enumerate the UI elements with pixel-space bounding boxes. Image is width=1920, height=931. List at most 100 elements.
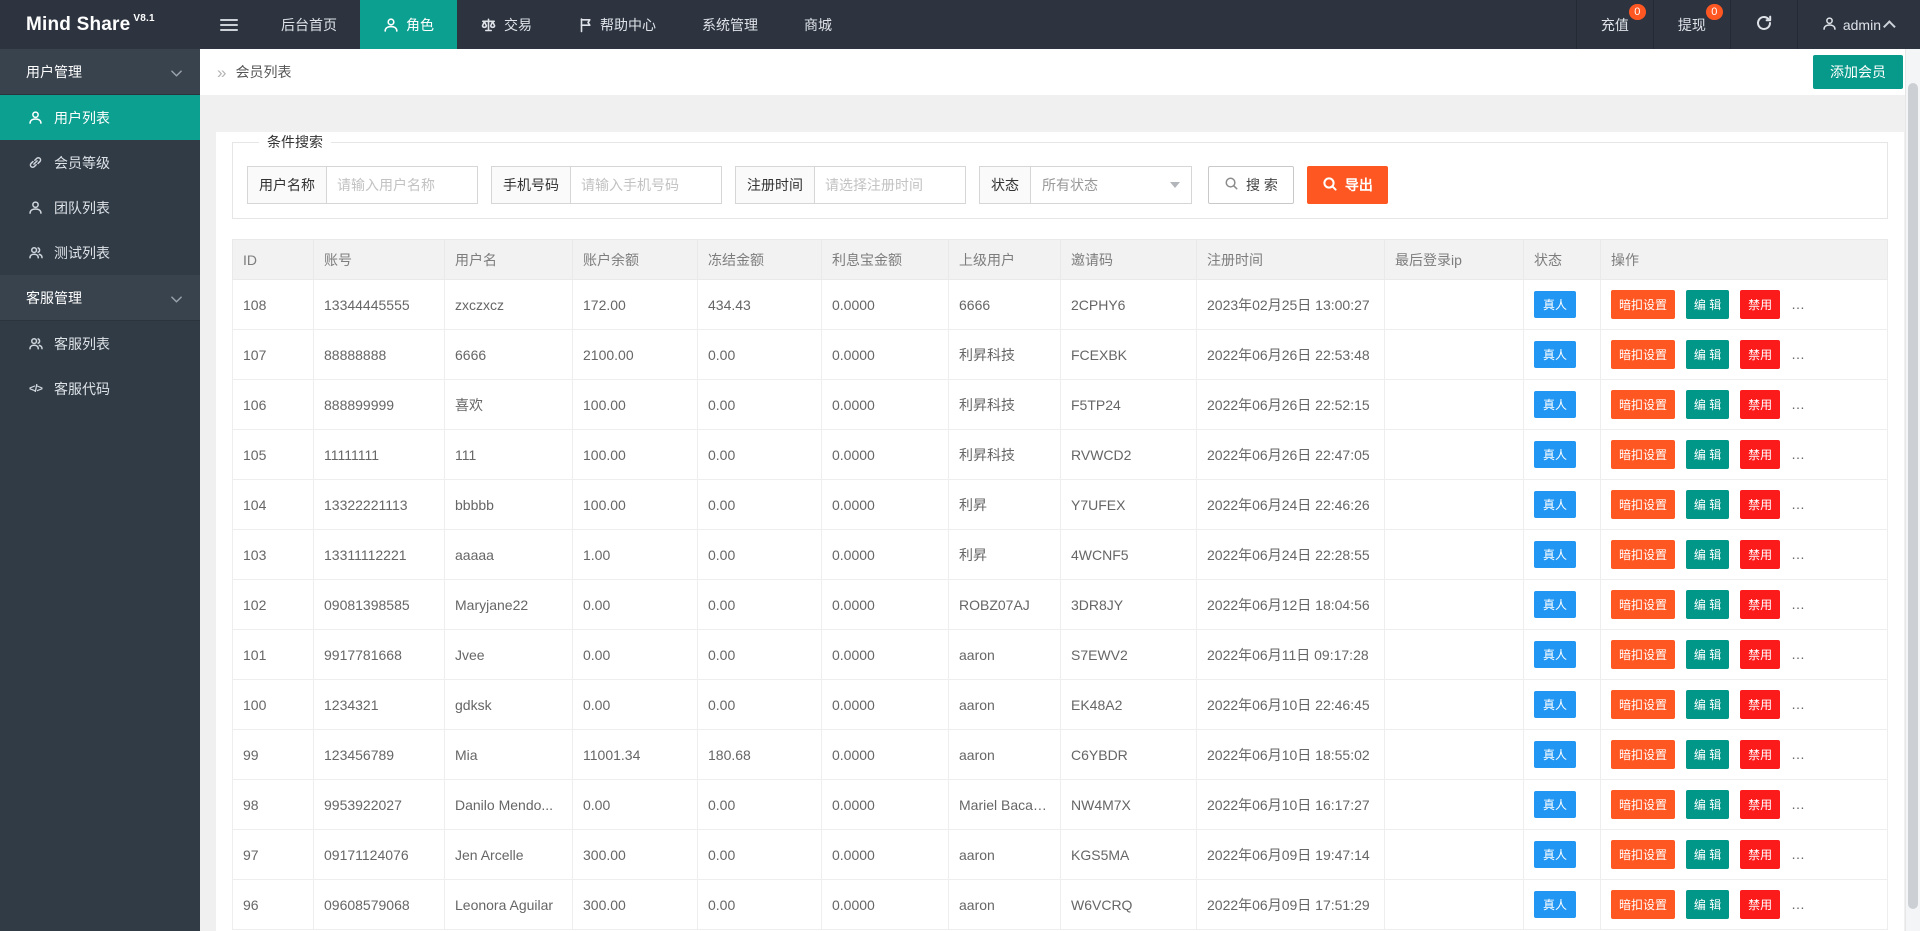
- disable-button[interactable]: 禁用: [1740, 840, 1780, 869]
- bank-card-info-button[interactable]: 银行卡信息: [1791, 640, 1867, 669]
- status-badge[interactable]: 真人: [1534, 891, 1576, 918]
- edit-button[interactable]: 编 辑: [1686, 590, 1729, 619]
- edit-button[interactable]: 编 辑: [1686, 390, 1729, 419]
- sidebar-item-user-list[interactable]: 用户列表: [0, 95, 200, 140]
- more-actions[interactable]: ...: [1878, 896, 1888, 912]
- bank-card-info-button[interactable]: 银行卡信息: [1791, 290, 1867, 319]
- hidden-deduct-settings-button[interactable]: 暗扣设置: [1611, 340, 1675, 369]
- disable-button[interactable]: 禁用: [1740, 690, 1780, 719]
- hidden-deduct-settings-button[interactable]: 暗扣设置: [1611, 390, 1675, 419]
- bank-card-info-button[interactable]: 银行卡信息: [1791, 590, 1867, 619]
- sidebar-section-support-management[interactable]: 客服管理: [0, 275, 200, 321]
- disable-button[interactable]: 禁用: [1740, 440, 1780, 469]
- edit-button[interactable]: 编 辑: [1686, 840, 1729, 869]
- scrollbar-thumb[interactable]: [1908, 83, 1918, 909]
- nav-item-roles[interactable]: 角色: [360, 0, 457, 49]
- bank-card-info-button[interactable]: 银行卡信息: [1791, 390, 1867, 419]
- hidden-deduct-settings-button[interactable]: 暗扣设置: [1611, 440, 1675, 469]
- status-badge[interactable]: 真人: [1534, 541, 1576, 568]
- recharge-button[interactable]: 充值 0: [1576, 0, 1653, 49]
- hidden-deduct-settings-button[interactable]: 暗扣设置: [1611, 540, 1675, 569]
- nav-item-trade[interactable]: 交易: [457, 0, 555, 49]
- status-badge[interactable]: 真人: [1534, 291, 1576, 318]
- more-actions[interactable]: ...: [1878, 296, 1888, 312]
- hidden-deduct-settings-button[interactable]: 暗扣设置: [1611, 890, 1675, 919]
- edit-button[interactable]: 编 辑: [1686, 740, 1729, 769]
- sidebar-item-support-list[interactable]: 客服列表: [0, 321, 200, 366]
- sidebar-section-user-management[interactable]: 用户管理: [0, 49, 200, 95]
- sidebar-item-support-code[interactable]: </> 客服代码: [0, 366, 200, 411]
- disable-button[interactable]: 禁用: [1740, 740, 1780, 769]
- edit-button[interactable]: 编 辑: [1686, 340, 1729, 369]
- phone-input[interactable]: [570, 166, 722, 204]
- more-actions[interactable]: ...: [1878, 646, 1888, 662]
- status-badge[interactable]: 真人: [1534, 391, 1576, 418]
- nav-item-dashboard[interactable]: 后台首页: [258, 0, 360, 49]
- more-actions[interactable]: ...: [1878, 846, 1888, 862]
- status-badge[interactable]: 真人: [1534, 641, 1576, 668]
- more-actions[interactable]: ...: [1878, 696, 1888, 712]
- disable-button[interactable]: 禁用: [1740, 540, 1780, 569]
- more-actions[interactable]: ...: [1878, 496, 1888, 512]
- hidden-deduct-settings-button[interactable]: 暗扣设置: [1611, 490, 1675, 519]
- more-actions[interactable]: ...: [1878, 546, 1888, 562]
- more-actions[interactable]: ...: [1878, 796, 1888, 812]
- menu-toggle-icon[interactable]: [200, 0, 258, 49]
- add-member-button[interactable]: 添加会员: [1813, 55, 1903, 89]
- disable-button[interactable]: 禁用: [1740, 640, 1780, 669]
- bank-card-info-button[interactable]: 银行卡信息: [1791, 840, 1867, 869]
- edit-button[interactable]: 编 辑: [1686, 290, 1729, 319]
- withdraw-button[interactable]: 提现 0: [1653, 0, 1730, 49]
- more-actions[interactable]: ...: [1878, 346, 1888, 362]
- export-button[interactable]: 导出: [1307, 166, 1388, 204]
- edit-button[interactable]: 编 辑: [1686, 440, 1729, 469]
- disable-button[interactable]: 禁用: [1740, 790, 1780, 819]
- status-badge[interactable]: 真人: [1534, 741, 1576, 768]
- disable-button[interactable]: 禁用: [1740, 590, 1780, 619]
- edit-button[interactable]: 编 辑: [1686, 540, 1729, 569]
- bank-card-info-button[interactable]: 银行卡信息: [1791, 690, 1867, 719]
- edit-button[interactable]: 编 辑: [1686, 640, 1729, 669]
- disable-button[interactable]: 禁用: [1740, 290, 1780, 319]
- sidebar-item-test-list[interactable]: 测试列表: [0, 230, 200, 275]
- edit-button[interactable]: 编 辑: [1686, 790, 1729, 819]
- nav-item-help[interactable]: 帮助中心: [555, 0, 679, 49]
- more-actions[interactable]: ...: [1878, 396, 1888, 412]
- edit-button[interactable]: 编 辑: [1686, 690, 1729, 719]
- hidden-deduct-settings-button[interactable]: 暗扣设置: [1611, 790, 1675, 819]
- nav-item-mall[interactable]: 商城: [781, 0, 855, 49]
- user-menu[interactable]: admin: [1797, 0, 1920, 49]
- status-select[interactable]: 所有状态: [1030, 166, 1192, 204]
- status-badge[interactable]: 真人: [1534, 441, 1576, 468]
- status-badge[interactable]: 真人: [1534, 691, 1576, 718]
- status-badge[interactable]: 真人: [1534, 591, 1576, 618]
- username-input[interactable]: [326, 166, 478, 204]
- bank-card-info-button[interactable]: 银行卡信息: [1791, 440, 1867, 469]
- edit-button[interactable]: 编 辑: [1686, 890, 1729, 919]
- disable-button[interactable]: 禁用: [1740, 390, 1780, 419]
- sidebar-item-team-list[interactable]: 团队列表: [0, 185, 200, 230]
- hidden-deduct-settings-button[interactable]: 暗扣设置: [1611, 590, 1675, 619]
- page-scrollbar[interactable]: [1905, 49, 1920, 931]
- more-actions[interactable]: ...: [1878, 596, 1888, 612]
- bank-card-info-button[interactable]: 银行卡信息: [1791, 490, 1867, 519]
- hidden-deduct-settings-button[interactable]: 暗扣设置: [1611, 840, 1675, 869]
- hidden-deduct-settings-button[interactable]: 暗扣设置: [1611, 740, 1675, 769]
- disable-button[interactable]: 禁用: [1740, 340, 1780, 369]
- more-actions[interactable]: ...: [1878, 446, 1888, 462]
- sidebar-item-member-level[interactable]: 会员等级: [0, 140, 200, 185]
- status-badge[interactable]: 真人: [1534, 841, 1576, 868]
- nav-item-system[interactable]: 系统管理: [679, 0, 781, 49]
- bank-card-info-button[interactable]: 银行卡信息: [1791, 890, 1867, 919]
- reg-time-input[interactable]: [814, 166, 966, 204]
- status-badge[interactable]: 真人: [1534, 791, 1576, 818]
- hidden-deduct-settings-button[interactable]: 暗扣设置: [1611, 640, 1675, 669]
- bank-card-info-button[interactable]: 银行卡信息: [1791, 740, 1867, 769]
- more-actions[interactable]: ...: [1878, 746, 1888, 762]
- hidden-deduct-settings-button[interactable]: 暗扣设置: [1611, 290, 1675, 319]
- status-badge[interactable]: 真人: [1534, 491, 1576, 518]
- bank-card-info-button[interactable]: 银行卡信息: [1791, 340, 1867, 369]
- bank-card-info-button[interactable]: 银行卡信息: [1791, 790, 1867, 819]
- search-button[interactable]: 搜 索: [1208, 166, 1294, 204]
- status-badge[interactable]: 真人: [1534, 341, 1576, 368]
